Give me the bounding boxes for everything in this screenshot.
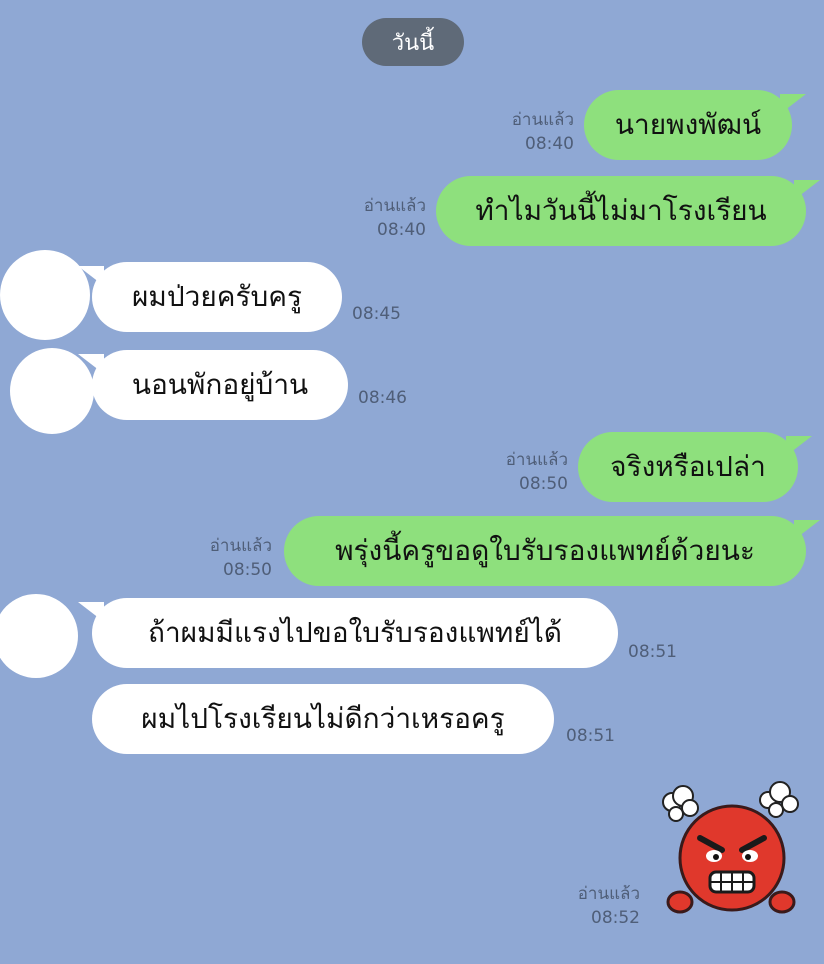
outgoing-message-bubble[interactable]: จริงหรือเปล่า [578, 432, 812, 502]
message-text: พรุ่งนี้ครูขอดูใบรับรองแพทย์ด้วยนะ [335, 534, 755, 567]
message-meta: อ่านแล้ว 08:50 [186, 534, 272, 582]
message-text: จริงหรือเปล่า [610, 450, 766, 483]
message-meta: อ่านแล้ว 08:50 [482, 448, 568, 496]
message-meta: อ่านแล้ว 08:40 [340, 194, 426, 242]
outgoing-message-bubble[interactable]: นายพงพัฒน์ [584, 90, 806, 160]
message-time: 08:51 [628, 642, 677, 662]
message-time: 08:50 [223, 560, 272, 580]
message-text: ผมไปโรงเรียนไม่ดีกว่าเหรอครู [141, 702, 505, 735]
message-meta: อ่านแล้ว 08:40 [490, 108, 574, 156]
read-receipt: อ่านแล้ว [577, 884, 640, 904]
incoming-message-bubble[interactable]: นอนพักอยู่บ้าน [78, 350, 348, 420]
message-text: นายพงพัฒน์ [614, 108, 762, 141]
read-receipt: อ่านแล้ว [209, 536, 272, 556]
message-text: นอนพักอยู่บ้าน [131, 368, 309, 401]
steam-puff-left-icon [662, 785, 699, 822]
message-text: ผมป่วยครับครู [131, 280, 303, 313]
message-time: 08:51 [566, 726, 615, 746]
outgoing-message-bubble[interactable]: พรุ่งนี้ครูขอดูใบรับรองแพทย์ด้วยนะ [284, 516, 820, 586]
contact-avatar[interactable] [0, 594, 78, 678]
message-meta: อ่านแล้ว 08:52 [556, 882, 640, 930]
message-text: ทำไมวันนี้ไม่มาโรงเรียน [475, 194, 767, 227]
message-time: 08:45 [352, 304, 401, 324]
read-receipt: อ่านแล้ว [363, 196, 426, 216]
message-time: 08:50 [519, 474, 568, 494]
message-time: 08:46 [358, 388, 407, 408]
incoming-message-bubble[interactable]: ผมป่วยครับครู [78, 262, 342, 332]
contact-avatar[interactable] [0, 250, 90, 340]
message-time: 08:40 [525, 134, 574, 154]
angry-red-face-sticker[interactable] [650, 780, 810, 930]
incoming-message-bubble[interactable]: ผมไปโรงเรียนไม่ดีกว่าเหรอครู [92, 684, 554, 754]
message-time: 08:52 [591, 908, 640, 928]
date-separator: วันนี้ [362, 18, 464, 66]
outgoing-message-bubble[interactable]: ทำไมวันนี้ไม่มาโรงเรียน [436, 176, 820, 246]
message-text: ถ้าผมมีแรงไปขอใบรับรองแพทย์ได้ [148, 616, 562, 649]
read-receipt: อ่านแล้ว [505, 450, 568, 470]
incoming-message-bubble[interactable]: ถ้าผมมีแรงไปขอใบรับรองแพทย์ได้ [78, 598, 618, 668]
steam-puff-right-icon [759, 781, 799, 818]
read-receipt: อ่านแล้ว [511, 110, 574, 130]
message-time: 08:40 [377, 220, 426, 240]
